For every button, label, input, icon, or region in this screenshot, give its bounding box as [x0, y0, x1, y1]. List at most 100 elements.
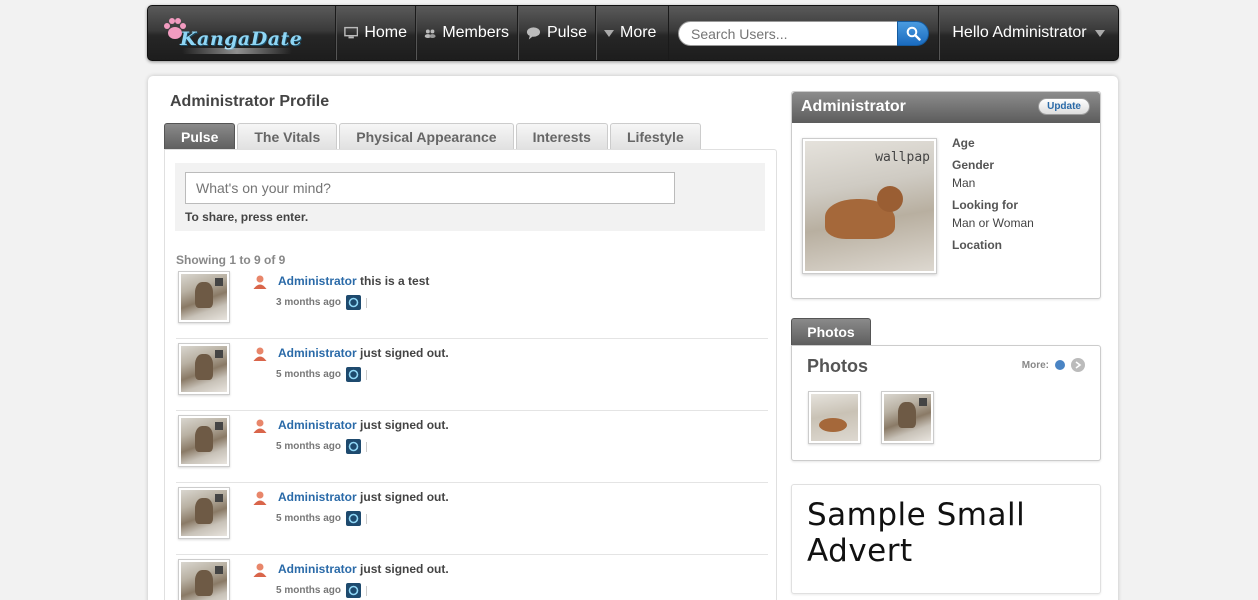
feed-meta: 5 months ago	[276, 367, 368, 382]
site-logo[interactable]: KangaDate	[162, 14, 302, 54]
feed-user-link[interactable]: Administrator	[278, 490, 357, 504]
pagination-summary: Showing 1 to 9 of 9	[176, 253, 286, 267]
feed-text: Administrator just signed out.	[278, 490, 449, 504]
age-label: Age	[952, 136, 975, 150]
profile-card-title: Administrator	[801, 98, 906, 115]
nav-more[interactable]: More	[595, 6, 669, 60]
feed-text: Administrator just signed out.	[278, 562, 449, 576]
tab-lifestyle[interactable]: Lifestyle	[609, 123, 701, 150]
update-button[interactable]: Update	[1038, 98, 1090, 115]
photos-more-label: More:	[1021, 359, 1049, 371]
tab-pulse[interactable]: Pulse	[164, 123, 236, 150]
photo-thumbnail[interactable]	[881, 391, 934, 444]
feed-action: just signed out.	[360, 346, 449, 360]
avatar[interactable]	[178, 415, 230, 467]
user-icon	[253, 491, 267, 505]
tab-photos[interactable]: Photos	[791, 318, 871, 345]
user-greeting: Hello Administrator	[952, 24, 1087, 41]
feed-item: Administrator just signed out. 5 months …	[176, 483, 768, 555]
pulse-content: To share, press enter. Showing 1 to 9 of…	[164, 149, 777, 600]
feed-item: Administrator this is a test 3 months ag…	[176, 267, 768, 339]
source-icon	[346, 439, 362, 454]
avatar[interactable]	[178, 343, 230, 395]
divider	[366, 369, 368, 380]
photos-card: Photos More:	[791, 345, 1101, 461]
search-icon	[906, 26, 921, 41]
feed-time: 3 months ago	[276, 297, 342, 308]
activity-feed: Administrator this is a test 3 months ag…	[176, 267, 768, 600]
feed-item: Administrator just signed out. 5 months …	[176, 555, 768, 600]
search-button[interactable]	[897, 21, 929, 46]
divider	[366, 513, 368, 524]
page-dot-icon[interactable]	[1055, 360, 1065, 370]
user-icon	[253, 347, 267, 361]
feed-item: Administrator just signed out. 5 months …	[176, 411, 768, 483]
profile-photo[interactable]: wallpap	[802, 138, 937, 274]
caret-down-icon	[1094, 29, 1105, 37]
small-advert[interactable]: Sample Small Advert	[791, 484, 1101, 594]
source-icon	[346, 511, 362, 526]
nav-members[interactable]: Members	[415, 6, 517, 60]
source-icon	[346, 295, 362, 310]
main-panel: Administrator Profile Pulse The Vitals P…	[148, 76, 1118, 600]
nav-pulse[interactable]: Pulse	[517, 6, 595, 60]
feed-meta: 5 months ago	[276, 439, 368, 454]
nav-home[interactable]: Home	[335, 6, 415, 60]
profile-tabs: Pulse The Vitals Physical Appearance Int…	[164, 123, 701, 150]
avatar[interactable]	[178, 487, 230, 539]
tab-physical-appearance[interactable]: Physical Appearance	[339, 123, 514, 150]
user-icon	[253, 419, 267, 433]
looking-for-value: Man or Woman	[952, 216, 1034, 230]
feed-action: just signed out.	[360, 562, 449, 576]
arrow-right-icon[interactable]	[1071, 358, 1085, 372]
feed-time: 5 months ago	[276, 513, 342, 524]
looking-for-label: Looking for	[952, 198, 1018, 212]
divider	[366, 441, 368, 452]
tab-the-vitals[interactable]: The Vitals	[237, 123, 338, 150]
profile-card: Administrator Update wallpap Age Gender …	[791, 91, 1101, 299]
status-input[interactable]	[185, 172, 675, 204]
photo-thumbnail[interactable]	[808, 391, 861, 444]
page-title: Administrator Profile	[170, 93, 330, 110]
photo-caption: wallpap	[875, 150, 930, 165]
nav-pulse-label: Pulse	[546, 24, 587, 41]
avatar[interactable]	[178, 559, 230, 600]
source-icon	[346, 583, 362, 598]
monitor-icon	[344, 26, 359, 39]
divider	[366, 585, 368, 596]
dog-head-shape	[877, 186, 903, 212]
speech-bubble-icon	[526, 27, 541, 40]
logo-swoosh	[182, 48, 292, 54]
photos-more: More:	[1022, 358, 1085, 372]
nav-more-label: More	[620, 24, 657, 41]
user-icon	[253, 563, 267, 577]
nav-home-label: Home	[364, 24, 407, 41]
gender-label: Gender	[952, 158, 995, 172]
gender-value: Man	[952, 176, 976, 190]
share-panel: To share, press enter.	[175, 163, 765, 231]
feed-user-link[interactable]: Administrator	[278, 274, 357, 288]
search-users-input[interactable]	[678, 21, 898, 46]
feed-text: Administrator just signed out.	[278, 346, 449, 360]
logo-text: KangaDate	[180, 28, 303, 50]
feed-meta: 3 months ago	[276, 295, 368, 310]
top-navbar: KangaDate Home Members Pulse More Search…	[147, 5, 1119, 61]
feed-user-link[interactable]: Administrator	[278, 562, 357, 576]
feed-user-link[interactable]: Administrator	[278, 418, 357, 432]
caret-down-icon	[604, 29, 614, 37]
feed-text: Administrator just signed out.	[278, 418, 449, 432]
tab-interests[interactable]: Interests	[515, 123, 608, 150]
nav-members-label: Members	[442, 24, 509, 41]
location-label: Location	[952, 238, 1002, 252]
members-icon	[424, 29, 436, 39]
divider	[366, 297, 368, 308]
feed-meta: 5 months ago	[276, 511, 368, 526]
feed-action: this is a test	[360, 274, 430, 288]
feed-time: 5 months ago	[276, 369, 342, 380]
source-icon	[346, 367, 362, 382]
feed-time: 5 months ago	[276, 585, 342, 596]
user-menu[interactable]: Hello Administrator	[938, 6, 1118, 60]
feed-user-link[interactable]: Administrator	[278, 346, 357, 360]
feed-meta: 5 months ago	[276, 583, 368, 598]
avatar[interactable]	[178, 271, 230, 323]
